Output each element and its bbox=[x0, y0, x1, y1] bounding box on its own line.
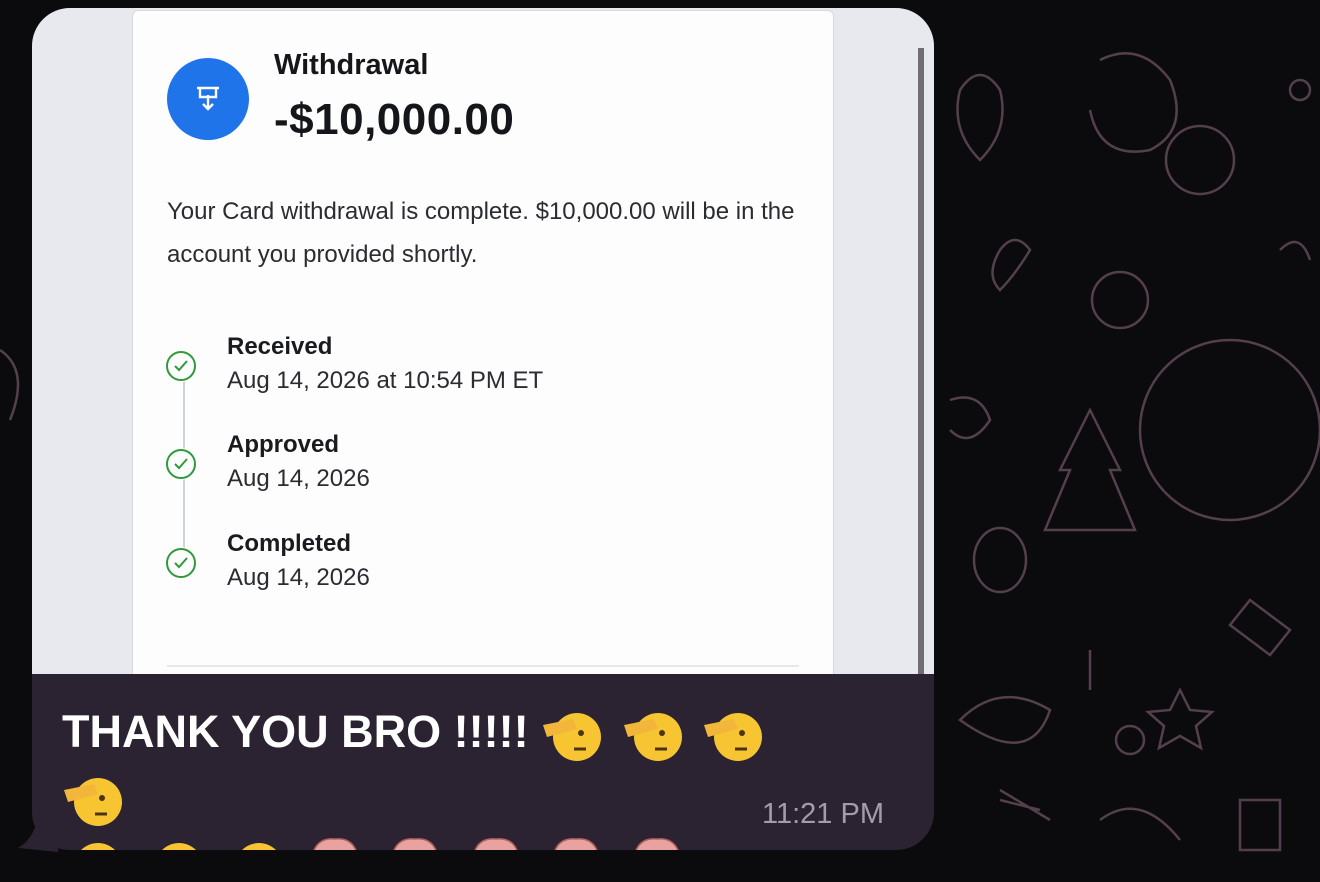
step-label: Approved bbox=[227, 431, 340, 458]
check-circle-icon bbox=[165, 448, 197, 480]
exploding-head-emoji bbox=[313, 838, 356, 850]
screenshot-edge bbox=[918, 48, 924, 674]
transaction-amount: -$10,000.00 bbox=[274, 95, 515, 144]
message-bubble: Withdrawal -$10,000.00 Your Card withdra… bbox=[32, 8, 934, 850]
attached-screenshot[interactable]: Withdrawal -$10,000.00 Your Card withdra… bbox=[32, 8, 934, 692]
exploding-head-emoji bbox=[393, 838, 437, 850]
withdrawal-card: Withdrawal -$10,000.00 Your Card withdra… bbox=[132, 10, 834, 692]
card-divider bbox=[167, 665, 799, 667]
step-date: Aug 14, 2026 bbox=[227, 465, 370, 492]
check-circle-icon bbox=[165, 350, 197, 382]
saluting-face-emoji bbox=[623, 713, 682, 762]
transaction-message: Your Card withdrawal is complete. $10,00… bbox=[167, 198, 795, 268]
saluting-face-emoji bbox=[64, 778, 122, 827]
step-date: Aug 14, 2026 bbox=[227, 564, 370, 591]
check-circle-icon bbox=[165, 547, 197, 579]
saluting-face-emoji bbox=[543, 713, 602, 762]
timeline-step-completed: Completed Aug 14, 2026 bbox=[163, 530, 763, 600]
saluting-face-emoji bbox=[242, 843, 276, 850]
bubble-tail bbox=[18, 808, 58, 852]
step-date: Aug 14, 2026 at 10:54 PM ET bbox=[227, 367, 544, 394]
message-body: THANK YOU BRO !!!!! 11:21 PM bbox=[32, 674, 934, 850]
timeline-step-received: Received Aug 14, 2026 at 10:54 PM ET bbox=[163, 333, 763, 403]
message-text-content: THANK YOU BRO !!!!! bbox=[62, 706, 529, 757]
message-timestamp: 11:21 PM bbox=[762, 798, 884, 830]
exploding-head-emoji bbox=[635, 838, 679, 850]
saluting-face-emoji bbox=[161, 843, 196, 850]
saluting-face-emoji bbox=[704, 713, 763, 762]
exploding-head-emoji bbox=[554, 838, 598, 850]
exploding-head-emoji bbox=[474, 838, 518, 850]
timeline-step-approved: Approved Aug 14, 2026 bbox=[163, 431, 763, 501]
step-label: Completed bbox=[227, 530, 352, 557]
message-text[interactable]: THANK YOU BRO !!!!! bbox=[62, 700, 822, 850]
saluting-face-emoji bbox=[81, 843, 115, 850]
bank-withdraw-icon bbox=[167, 58, 249, 140]
step-label: Received bbox=[227, 333, 333, 360]
transaction-type: Withdrawal bbox=[274, 49, 429, 81]
